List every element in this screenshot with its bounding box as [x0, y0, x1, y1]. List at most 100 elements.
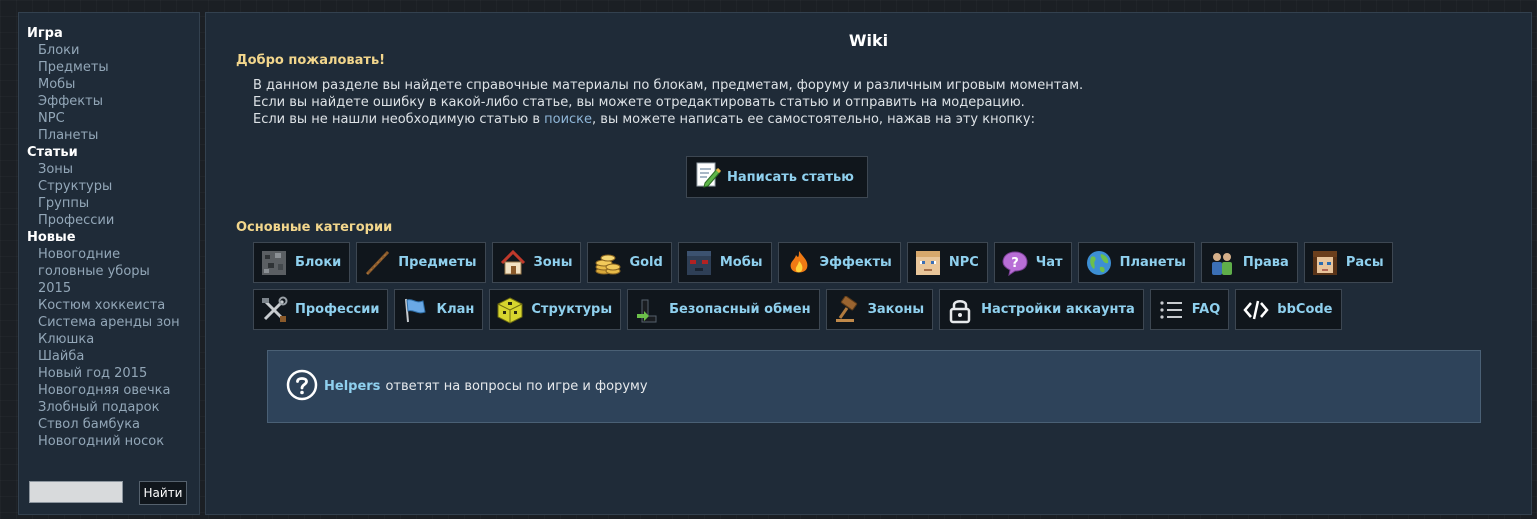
category-label: Клан	[436, 302, 475, 317]
sidebar-item[interactable]: 2015	[27, 280, 199, 297]
category-button[interactable]: NPC	[906, 242, 988, 283]
category-label: bbCode	[1277, 302, 1333, 317]
intro-line: В данном разделе вы найдете справочные м…	[253, 78, 1084, 93]
helpers-banner: Helpers ответят на вопросы по игре и фор…	[267, 350, 1481, 423]
category-label: Профессии	[295, 302, 380, 317]
intro-line: Если вы найдете ошибку в какой-либо стат…	[253, 95, 1025, 110]
category-button[interactable]: ? Чат	[993, 242, 1072, 283]
write-article-label: Написать статью	[727, 169, 854, 185]
category-label: Блоки	[295, 255, 342, 270]
sidebar-item[interactable]: Блоки	[27, 42, 199, 59]
globe-icon	[1084, 248, 1114, 278]
sidebar-item[interactable]: Новый год 2015	[27, 365, 199, 382]
lock-icon	[945, 295, 975, 325]
sidebar-item[interactable]: Новогодние	[27, 246, 199, 263]
coins-icon	[593, 248, 623, 278]
sidebar-item[interactable]: Планеты	[27, 127, 199, 144]
question-circle-icon	[286, 369, 318, 405]
edit-document-icon	[695, 161, 722, 193]
category-label: Настройки аккаунта	[981, 302, 1135, 317]
sidebar-section-title: Игра	[27, 26, 63, 41]
categories-row: Блоки Предметы Зоны Gold Мобы Эффекты NPC? Чат П…	[253, 242, 1393, 283]
users-icon	[1207, 248, 1237, 278]
category-label: Эффекты	[819, 255, 892, 270]
intro-text-part: , вы можете написать ее самостоятельно, …	[592, 112, 1035, 127]
house-icon	[498, 248, 528, 278]
category-button[interactable]: Gold	[587, 242, 672, 283]
category-button[interactable]: Планеты	[1077, 242, 1195, 283]
category-button[interactable]: Мобы	[677, 242, 772, 283]
structure-block-icon	[495, 295, 525, 325]
stick-icon	[362, 248, 392, 278]
category-label: Права	[1242, 255, 1289, 270]
categories-row: Профессии Клан Структуры Безопасный обмен За…	[253, 289, 1342, 330]
sidebar-item[interactable]: головные уборы	[27, 263, 199, 280]
category-button[interactable]: bbCode	[1235, 289, 1342, 330]
category-label: Безопасный обмен	[669, 302, 811, 317]
sidebar-item[interactable]: Профессии	[27, 212, 199, 229]
sidebar-item[interactable]: Система аренды зон	[27, 314, 199, 331]
sidebar-item[interactable]: Структуры	[27, 178, 199, 195]
helpers-link[interactable]: Helpers	[324, 379, 380, 394]
search-link[interactable]: поиске	[544, 112, 592, 127]
search-button[interactable]: Найти	[139, 481, 187, 505]
sidebar-item[interactable]: Новогодняя овечка	[27, 382, 199, 399]
sidebar-item[interactable]: NPC	[27, 110, 199, 127]
category-button[interactable]: Расы	[1303, 242, 1393, 283]
category-label: NPC	[948, 255, 979, 270]
category-button[interactable]: Зоны	[491, 242, 582, 283]
trade-icon	[633, 295, 663, 325]
npc-face-icon	[913, 248, 943, 278]
category-button[interactable]: Профессии	[253, 289, 389, 330]
sidebar-item[interactable]: Эффекты	[27, 93, 199, 110]
category-button[interactable]: Настройки аккаунта	[939, 289, 1144, 330]
category-label: Планеты	[1119, 255, 1186, 270]
race-face-icon	[1310, 248, 1340, 278]
search-input[interactable]	[29, 481, 123, 503]
category-label: Законы	[867, 302, 925, 317]
sidebar-item[interactable]: Группы	[27, 195, 199, 212]
category-button[interactable]: Эффекты	[777, 242, 901, 283]
category-button[interactable]: Блоки	[253, 242, 351, 283]
ore-block-icon	[259, 248, 289, 278]
category-label: Предметы	[398, 255, 477, 270]
category-button[interactable]: Клан	[394, 289, 484, 330]
category-button[interactable]: Безопасный обмен	[627, 289, 820, 330]
mob-face-icon	[684, 248, 714, 278]
welcome-heading: Добро пожаловать!	[236, 53, 386, 68]
main-content: Wiki Добро пожаловать! В данном разделе …	[205, 12, 1532, 515]
category-button[interactable]: FAQ	[1149, 289, 1230, 330]
sidebar-menu: Игра Блоки Предметы Мобы Эффекты NPC Планеты Ст…	[27, 25, 199, 450]
sidebar-item[interactable]: Новогодний носок	[27, 433, 199, 450]
categories-heading: Основные категории	[236, 220, 393, 235]
gavel-icon	[832, 295, 862, 325]
sidebar: Игра Блоки Предметы Мобы Эффекты NPC Планеты Ст…	[18, 12, 200, 515]
category-button[interactable]: Структуры	[489, 289, 622, 330]
page-title: Wiki	[848, 31, 889, 50]
sidebar-item[interactable]: Костюм хоккеиста	[27, 297, 199, 314]
intro-text: В данном разделе вы найдете справочные м…	[253, 77, 1083, 128]
sidebar-item[interactable]: Мобы	[27, 76, 199, 93]
sidebar-item[interactable]: Ствол бамбука	[27, 416, 199, 433]
intro-text-part: Если вы не нашли необходимую статью в	[253, 112, 545, 127]
sidebar-item[interactable]: Предметы	[27, 59, 199, 76]
helpers-text: ответят на вопросы по игре и форуму	[385, 379, 648, 394]
chat-bubble-icon: ?	[1000, 248, 1030, 278]
fire-icon	[784, 248, 814, 278]
write-article-button[interactable]: Написать статью	[686, 156, 868, 198]
sidebar-section-title: Статьи	[27, 145, 78, 160]
sidebar-item[interactable]: Клюшка	[27, 331, 199, 348]
code-icon	[1241, 295, 1271, 325]
flag-icon	[400, 295, 430, 325]
category-button[interactable]: Права	[1200, 242, 1298, 283]
sidebar-item[interactable]: Злобный подарок	[27, 399, 199, 416]
category-label: Структуры	[531, 302, 613, 317]
sidebar-item[interactable]: Шайба	[27, 348, 199, 365]
category-label: Gold	[629, 255, 663, 270]
category-label: Зоны	[533, 255, 573, 270]
category-label: Чат	[1035, 255, 1063, 270]
category-button[interactable]: Предметы	[356, 242, 486, 283]
sidebar-item[interactable]: Зоны	[27, 161, 199, 178]
category-button[interactable]: Законы	[825, 289, 934, 330]
tools-icon	[259, 295, 289, 325]
